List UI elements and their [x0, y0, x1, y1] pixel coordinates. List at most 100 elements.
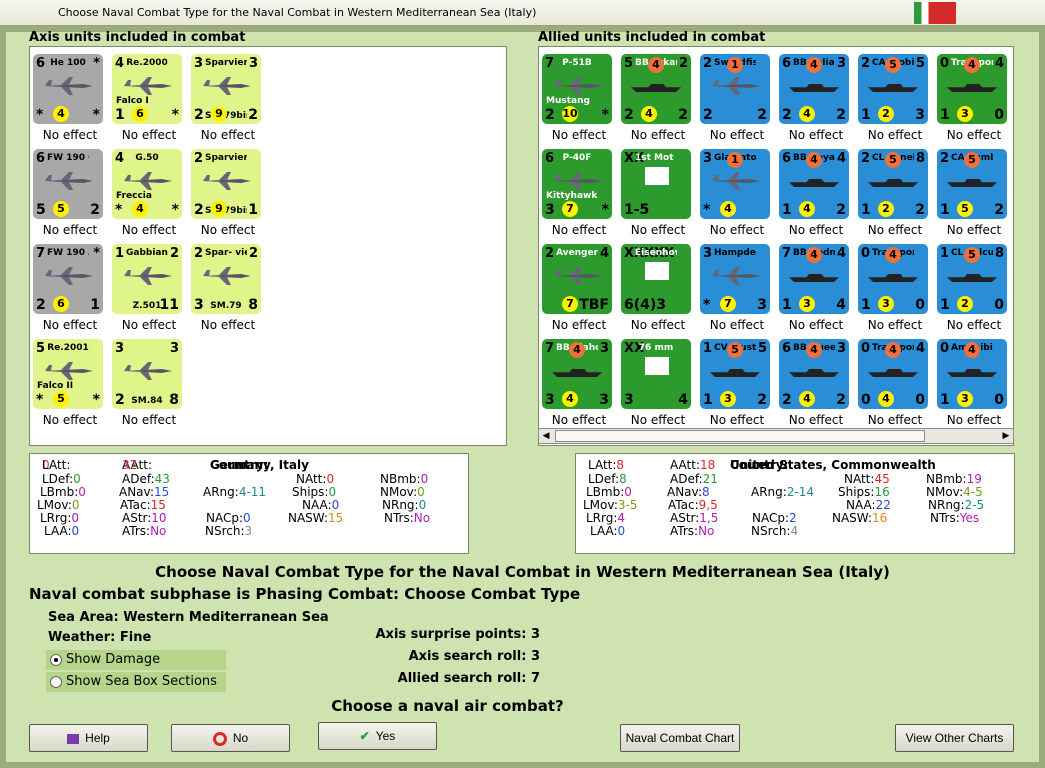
allied-unit-slot[interactable]: 0Amphibious1043No effect — [935, 337, 1010, 431]
allied-unit-effect: No effect — [867, 318, 923, 332]
allied-unit-counter[interactable]: 6 P-40F Kittyhawk 3 * 7 — [542, 149, 612, 219]
allied-unit-counter[interactable]: 63BB Queen Elizabeth2244 — [779, 339, 849, 409]
axis-unit-counter[interactable]: 3 3 SM.84 2 8 — [112, 339, 182, 409]
counter-top-left-value: 4 — [115, 151, 125, 166]
allied-unit-counter[interactable]: 63BB Valiant2244 — [779, 54, 849, 124]
counter-unit-name: Re.2000 — [126, 58, 168, 68]
axis-unit-slot[interactable]: 2SparvieroSM.79bis219No effect — [189, 147, 264, 241]
allied-unit-counter[interactable]: 2CA Cumberland1255 — [937, 149, 1007, 219]
counter-bottom-left-value: 3 — [194, 297, 204, 313]
axis-nbmb: 0 — [420, 472, 429, 486]
counter-unit-name: 1st Mot Eng — [635, 153, 677, 163]
scroll-left-icon[interactable]: ◀ — [539, 429, 553, 443]
allied-unit-counter[interactable]: 04Transport1043 — [937, 54, 1007, 124]
allied-unit-slot[interactable]: 04Transport0044No effect — [856, 337, 931, 431]
allied-unit-counter[interactable]: 18CL Calcutta1052 — [937, 244, 1007, 314]
allied-unit-slot[interactable]: 2 4 Avenger TBF 7 No effect — [540, 242, 615, 336]
allied-unit-counter[interactable]: 73BB Idaho3344 — [542, 339, 612, 409]
allied-unit-slot[interactable]: 3Hampden*37No effect — [698, 242, 773, 336]
allied-unit-slot[interactable]: 6 P-40F Kittyhawk 3 * 7 No effect — [540, 147, 615, 241]
no-button[interactable]: No — [171, 724, 290, 752]
allied-unit-counter[interactable]: 3Gladiator*14 — [700, 149, 770, 219]
axis-unit-counter[interactable]: 6FW 190 G-3 5 2 5 — [33, 149, 103, 219]
axis-unit-slot[interactable]: 4 Re.2000 Falco I 1 * 6 No effect — [110, 52, 185, 146]
axis-unit-slot[interactable]: 12GabbianoZ.50111No effect — [110, 242, 185, 336]
allied-unit-slot[interactable]: XX 76 mm 3 4 No effect — [619, 337, 694, 431]
show-sea-box-radio[interactable]: Show Sea Box Sections — [46, 672, 226, 692]
allied-unit-slot[interactable]: XX1st Mot Eng1-5No effect — [619, 147, 694, 241]
counter-yellow-value: 4 — [641, 106, 657, 122]
axis-unit-slot[interactable]: 4 G.50 Freccia * * 4 No effect — [110, 147, 185, 241]
allied-unit-slot[interactable]: 7 P-51B Mustang 2 * 10 No effect — [540, 52, 615, 146]
counter-top-left-value: 7 — [545, 341, 555, 356]
counter-bottom-left-value: * — [115, 202, 123, 218]
allied-unit-slot[interactable]: 63BB Queen Elizabeth2244No effect — [777, 337, 852, 431]
scrollbar-thumb[interactable] — [555, 430, 925, 442]
scroll-right-icon[interactable]: ▶ — [999, 429, 1013, 443]
axis-unit-counter[interactable]: 4 Re.2000 Falco I 1 * 6 — [112, 54, 182, 124]
axis-unit-counter[interactable]: 7 * FW 190 A-5 2 1 6 — [33, 244, 103, 314]
allied-unit-counter[interactable]: 0Amphibious1043 — [937, 339, 1007, 409]
axis-unit-slot[interactable]: 7 * FW 190 A-5 2 1 6 No effect — [31, 242, 106, 336]
allied-unit-counter[interactable]: XX 76 mm 3 4 — [621, 339, 691, 409]
axis-unit-slot[interactable]: 2 2Spar- viero SM.79 3 8 No effect — [189, 242, 264, 336]
axis-unit-slot[interactable]: 6 * He 100 * * 4 No effect — [31, 52, 106, 146]
allied-unit-counter[interactable]: XX1st Mot Eng1-5 — [621, 149, 691, 219]
warship-silhouette-icon — [947, 369, 997, 377]
allied-unit-slot[interactable]: 0Transport1043 No effect — [856, 242, 931, 336]
allied-unit-slot[interactable]: 18CL Calcutta1052No effect — [935, 242, 1010, 336]
counter-yellow-value: 4 — [53, 106, 69, 122]
aircraft-silhouette-icon — [43, 171, 95, 191]
allied-unit-slot[interactable]: 15CV Illustrious1253No effect — [698, 337, 773, 431]
allied-horizontal-scrollbar[interactable]: ◀ ▶ — [538, 428, 1014, 444]
allied-unit-counter[interactable]: 15CV Illustrious1253 — [700, 339, 770, 409]
allied-unit-counter[interactable]: 04Transport0044 — [858, 339, 928, 409]
yes-button[interactable]: ✔ Yes — [318, 722, 437, 750]
show-damage-radio[interactable]: Show Damage — [46, 650, 226, 670]
allied-unit-counter[interactable]: 7 P-51B Mustang 2 * 10 — [542, 54, 612, 124]
allied-unit-slot[interactable]: 64BB Royal Sovereign1244No effect — [777, 147, 852, 241]
axis-unit-counter[interactable]: 6 * He 100 * * 4 — [33, 54, 103, 124]
axis-unit-slot[interactable]: 5 Re.2001 Falco II * * 5 No effect — [31, 337, 106, 431]
axis-unit-counter[interactable]: 2 2Spar- viero SM.79 3 8 — [191, 244, 261, 314]
allied-unit-slot[interactable]: 25CA Frobisher1352No effect — [856, 52, 931, 146]
naval-combat-chart-button[interactable]: Naval Combat Chart — [620, 724, 740, 752]
allied-unit-slot[interactable]: 74BB Rodney1443No effect — [777, 242, 852, 336]
axis-lrrg: 0 — [71, 511, 80, 525]
axis-unit-counter[interactable]: 5 Re.2001 Falco II * * 5 — [33, 339, 103, 409]
axis-unit-counter[interactable]: 33SparvieroSM.79bis229 — [191, 54, 261, 124]
axis-unit-counter[interactable]: 4 G.50 Freccia * * 4 — [112, 149, 182, 219]
counter-unit-name: Sparviero — [205, 153, 247, 163]
axis-unit-counter[interactable]: 2SparvieroSM.79bis219 — [191, 149, 261, 219]
axis-unit-slot[interactable]: 6FW 190 G-3 5 2 5 No effect — [31, 147, 106, 241]
allied-unit-slot[interactable]: 04Transport1043No effect — [935, 52, 1010, 146]
axis-unit-slot[interactable]: 3 3 SM.84 2 8 No effect — [110, 337, 185, 431]
allied-unit-slot[interactable]: 2CA Cumberland1255No effect — [935, 147, 1010, 241]
view-other-charts-button[interactable]: View Other Charts — [895, 724, 1014, 752]
allied-unit-counter[interactable]: 64BB Royal Sovereign1244 — [779, 149, 849, 219]
allied-unit-slot[interactable]: 2Swordfish221No effect — [698, 52, 773, 146]
allied-unit-counter[interactable]: 2 4 Avenger TBF 7 — [542, 244, 612, 314]
allied-unit-counter[interactable]: 28CL Penelope1252 — [858, 149, 928, 219]
allied-unit-slot[interactable]: 63BB Valiant2244No effect — [777, 52, 852, 146]
allied-unit-counter[interactable]: XXXXXEisenhower6(4)3 — [621, 244, 691, 314]
allied-unit-counter[interactable]: 3Hampden*37 — [700, 244, 770, 314]
axis-unit-slot[interactable]: 33SparvieroSM.79bis229No effect — [189, 52, 264, 146]
counter-unit-subname: Freccia — [116, 191, 152, 201]
axis-unit-counter[interactable]: 12GabbianoZ.50111 — [112, 244, 182, 314]
allied-unit-slot[interactable]: 52BB Arkansas2244No effect — [619, 52, 694, 146]
allied-unit-counter[interactable]: 25CA Frobisher1352 — [858, 54, 928, 124]
allied-unit-counter[interactable]: 2Swordfish221 — [700, 54, 770, 124]
allied-unit-counter[interactable]: 0Transport1043 — [858, 244, 928, 314]
counter-top-left-value: 6 — [545, 151, 555, 166]
counter-bottom-left-value: 1-5 — [624, 202, 650, 218]
allied-unit-counter[interactable]: 52BB Arkansas2244 — [621, 54, 691, 124]
help-button[interactable]: Help — [29, 724, 148, 752]
allied-unit-slot[interactable]: 3Gladiator*14No effect — [698, 147, 773, 241]
allied-unit-slot[interactable]: 73BB Idaho3344No effect — [540, 337, 615, 431]
allied-unit-slot[interactable]: 28CL Penelope1252No effect — [856, 147, 931, 241]
counter-bottom-left-value: 1 — [940, 202, 950, 218]
allied-unit-counter[interactable]: 74BB Rodney1443 — [779, 244, 849, 314]
counter-yellow-value: 2 — [878, 201, 894, 217]
allied-unit-slot[interactable]: XXXXXEisenhower6(4)3No effect — [619, 242, 694, 336]
